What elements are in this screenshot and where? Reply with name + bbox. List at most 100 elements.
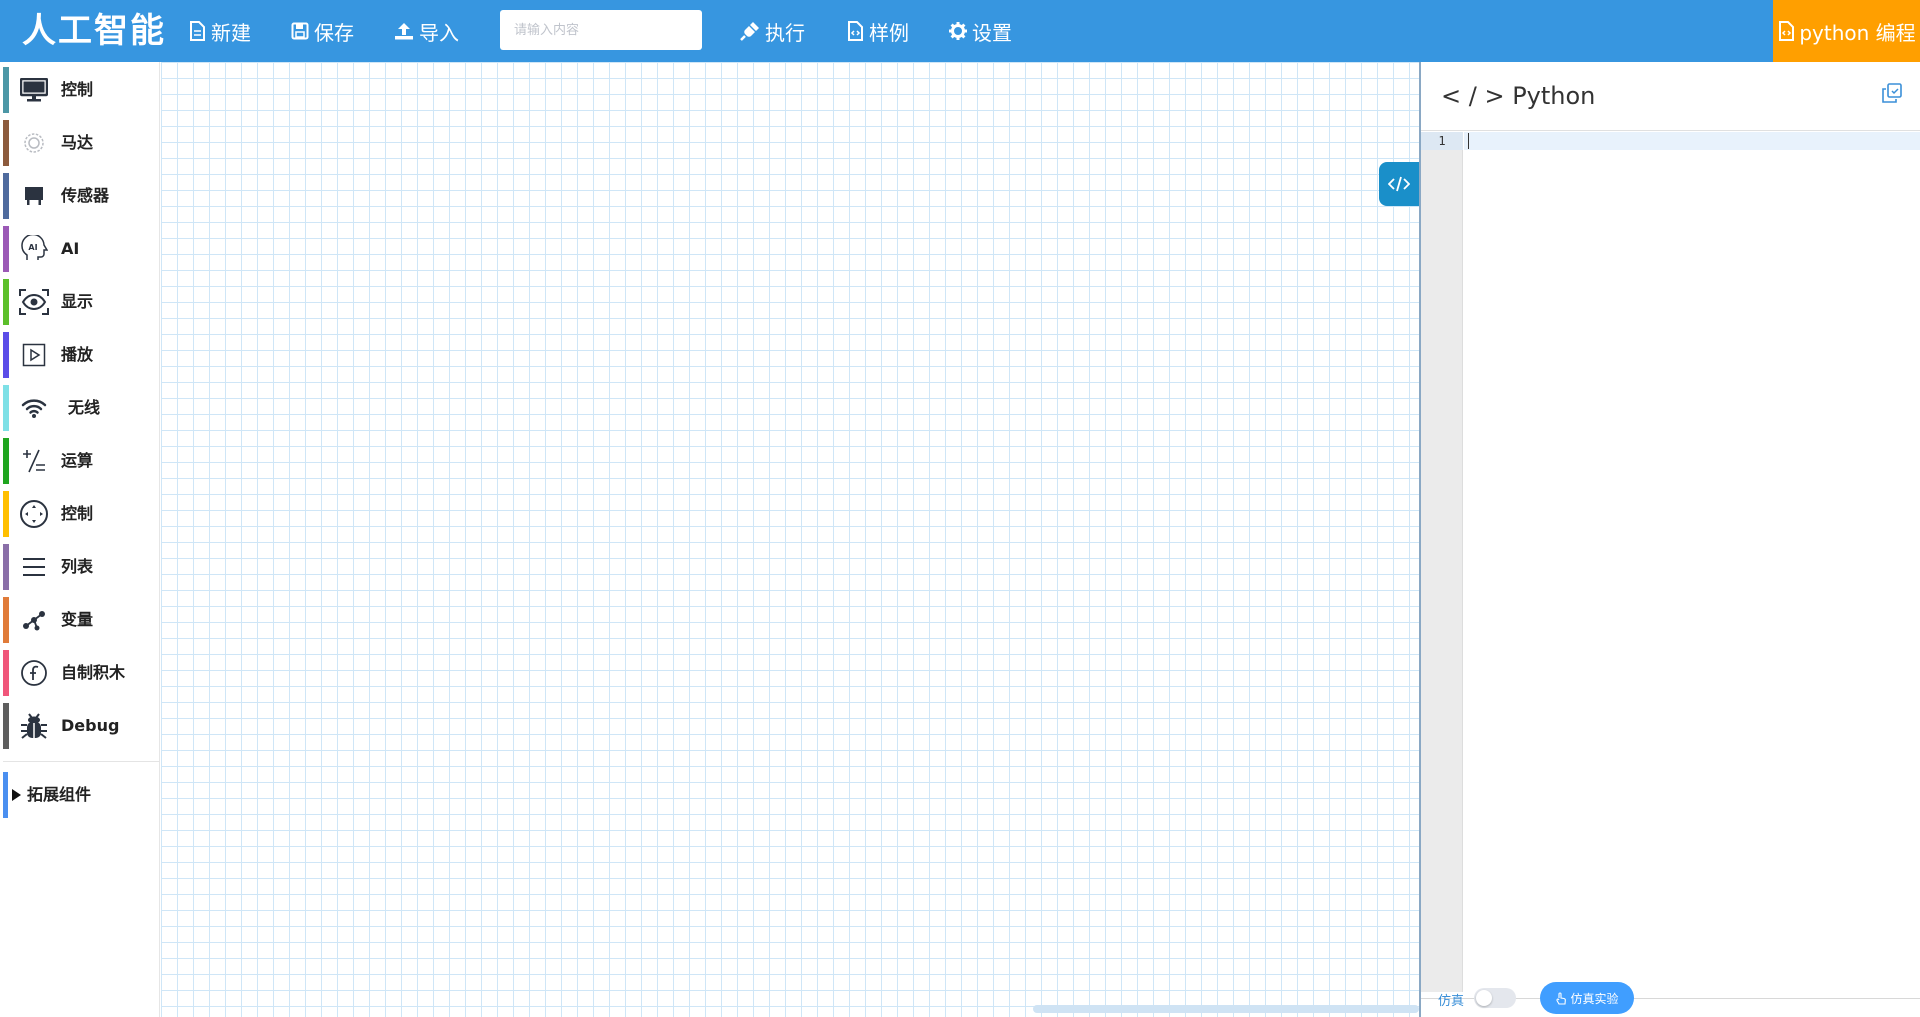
copy-icon xyxy=(1882,83,1902,103)
category-color-bar xyxy=(3,438,9,484)
category-debug[interactable]: Debug xyxy=(3,701,160,751)
switch-knob xyxy=(1476,990,1492,1006)
category-list[interactable]: 列表 xyxy=(3,542,160,592)
new-button[interactable]: 新建 xyxy=(188,16,251,46)
settings-button-label: 设置 xyxy=(972,20,1012,45)
text-cursor xyxy=(1468,133,1469,149)
math-icon xyxy=(19,446,49,476)
category-label: AI xyxy=(61,239,80,258)
python-code-panel: < / > Python 1 xyxy=(1419,62,1920,1017)
code-file-icon xyxy=(848,21,863,41)
function-icon xyxy=(19,658,49,688)
import-button-label: 导入 xyxy=(419,20,459,45)
settings-button[interactable]: 设置 xyxy=(949,16,1012,46)
category-color-bar xyxy=(3,332,9,378)
extensions-color-bar xyxy=(3,772,8,818)
category-label: 控制 xyxy=(61,504,94,523)
category-play[interactable]: 播放 xyxy=(3,330,160,380)
floppy-icon xyxy=(291,22,309,40)
category-label: 自制积木 xyxy=(61,663,126,682)
category-color-bar xyxy=(3,703,9,749)
code-panel-title: < / > Python xyxy=(1441,82,1596,110)
line-number: 1 xyxy=(1421,132,1463,150)
category-control[interactable]: 控制 xyxy=(3,65,160,115)
search-input[interactable] xyxy=(500,10,702,50)
workspace-horizontal-scrollbar[interactable] xyxy=(1033,1005,1419,1013)
simulation-experiment-button[interactable]: 仿真实验 xyxy=(1540,982,1634,1014)
block-workspace[interactable] xyxy=(161,62,1419,1017)
app-logo: 人工智能 xyxy=(22,11,166,51)
copy-code-button[interactable] xyxy=(1881,82,1903,108)
category-label: 无线 xyxy=(68,398,101,417)
top-bar: 人工智能 新建 保存 导入 执行 样例 设置 python 编程 xyxy=(0,0,1920,62)
category-color-bar xyxy=(3,120,9,166)
examples-button[interactable]: 样例 xyxy=(846,16,909,46)
motor-icon xyxy=(19,128,49,158)
extensions-label: 拓展组件 xyxy=(27,785,92,804)
category-wireless[interactable]: 无线 xyxy=(3,383,160,433)
ai-head-icon: AI xyxy=(19,234,49,264)
category-color-bar xyxy=(3,385,9,431)
category-label: 运算 xyxy=(61,451,94,470)
wifi-icon xyxy=(19,393,49,423)
category-ai[interactable]: AI AI xyxy=(3,224,160,274)
new-button-label: 新建 xyxy=(211,20,251,45)
category-display[interactable]: 显示 xyxy=(3,277,160,327)
bug-icon xyxy=(19,711,49,741)
svg-text:AI: AI xyxy=(28,243,37,252)
code-editor-active-line[interactable] xyxy=(1464,132,1920,150)
category-variable[interactable]: 变量 xyxy=(3,595,160,645)
run-button-label: 执行 xyxy=(765,20,805,45)
variable-icon xyxy=(19,605,49,635)
category-label: 播放 xyxy=(61,345,94,364)
category-label: 控制 xyxy=(61,80,94,99)
code-panel-header-divider xyxy=(1421,130,1920,131)
category-sensor[interactable]: 传感器 xyxy=(3,171,160,221)
code-icon xyxy=(1388,176,1410,192)
simulation-toggle-label: 仿真 xyxy=(1438,994,1465,1009)
upload-icon xyxy=(395,23,413,40)
category-color-bar xyxy=(3,67,9,113)
line-number-gutter: 1 xyxy=(1421,132,1463,992)
simulation-toggle-switch[interactable] xyxy=(1474,988,1516,1008)
category-color-bar xyxy=(3,226,9,272)
category-label: 列表 xyxy=(61,557,94,576)
monitor-icon xyxy=(19,75,49,105)
category-label: 传感器 xyxy=(61,186,110,205)
category-label: 变量 xyxy=(61,610,94,629)
run-button[interactable]: 执行 xyxy=(740,16,805,46)
category-color-bar xyxy=(3,279,9,325)
category-math[interactable]: 运算 xyxy=(3,436,160,486)
sensor-icon xyxy=(19,181,49,211)
eye-icon xyxy=(19,287,49,317)
control-icon xyxy=(19,499,49,529)
category-label: 马达 xyxy=(61,133,94,152)
save-button[interactable]: 保存 xyxy=(291,16,354,46)
list-icon xyxy=(19,552,49,582)
category-custom-blocks[interactable]: 自制积木 xyxy=(3,648,160,698)
gear-icon xyxy=(949,22,967,40)
triangle-right-icon xyxy=(12,789,21,801)
play-icon xyxy=(19,340,49,370)
category-color-bar xyxy=(3,173,9,219)
examples-button-label: 样例 xyxy=(869,20,909,45)
python-programming-button[interactable]: python 编程 xyxy=(1773,0,1920,62)
plug-icon xyxy=(740,22,759,41)
file-icon xyxy=(190,21,205,41)
category-control-flow[interactable]: 控制 xyxy=(3,489,160,539)
category-color-bar xyxy=(3,491,9,537)
category-motor[interactable]: 马达 xyxy=(3,118,160,168)
code-file-icon xyxy=(1779,21,1795,41)
category-label: 显示 xyxy=(61,292,94,311)
category-color-bar xyxy=(3,650,9,696)
code-panel-toggle-button[interactable] xyxy=(1379,162,1419,206)
category-label: Debug xyxy=(61,716,120,735)
sidebar-divider xyxy=(3,761,160,762)
python-button-label: python 编程 xyxy=(1799,20,1916,45)
category-sidebar: 控制 马达 传感器 AI AI 显示 播放 无线 运算 控制 列表 变量 自制积… xyxy=(0,62,160,1017)
save-button-label: 保存 xyxy=(314,20,354,45)
hand-pointer-icon xyxy=(1556,991,1567,1005)
category-color-bar xyxy=(3,544,9,590)
extensions-toggle[interactable]: 拓展组件 xyxy=(3,772,160,818)
import-button[interactable]: 导入 xyxy=(394,16,459,46)
